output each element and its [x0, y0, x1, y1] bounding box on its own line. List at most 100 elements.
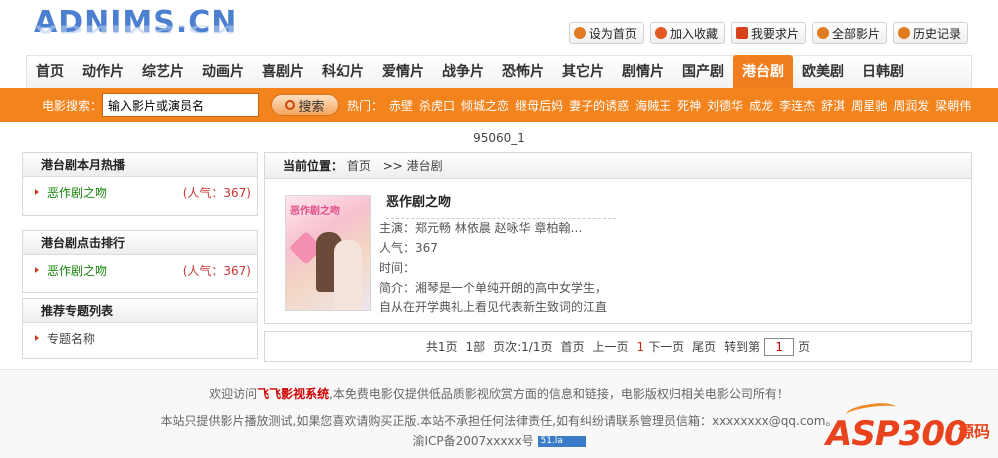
film-icon — [816, 27, 829, 39]
hot-link[interactable]: 妻子的诱惑 — [569, 97, 629, 114]
all-movies-button[interactable]: 全部影片 — [811, 22, 887, 44]
bullet-arrow-icon — [35, 189, 39, 195]
hot-link[interactable]: 继母后妈 — [515, 97, 563, 114]
list-item: 恶作剧之吻 (人气：367) — [23, 177, 257, 207]
poster-title-art: 恶作剧之吻 — [290, 206, 340, 217]
page-suffix: 页 — [798, 340, 811, 354]
watermark-logo: ASP300 源码 — [826, 400, 998, 458]
search-button[interactable]: 搜索 — [271, 94, 339, 116]
nav-item-war[interactable]: 战争片 — [433, 56, 493, 88]
hot-link[interactable]: 舒淇 — [821, 97, 845, 114]
nav-item-action[interactable]: 动作片 — [73, 56, 133, 88]
hot-link[interactable]: 周星驰 — [851, 97, 887, 114]
month-hot-title: 港台剧本月热播 — [23, 153, 257, 177]
nav-item-home[interactable]: 首页 — [27, 56, 73, 88]
nav-item-animation[interactable]: 动画片 — [193, 56, 253, 88]
next-page-link[interactable]: 下一页 — [648, 338, 684, 355]
breadcrumb-current[interactable]: 港台剧 — [407, 159, 443, 173]
prev-page-link[interactable]: 上一页 — [592, 338, 628, 355]
nav-item-horror[interactable]: 恐怖片 — [493, 56, 553, 88]
stats-badge[interactable]: 51.la — [537, 436, 586, 447]
top-links: 设为首页 加入收藏 我要求片 全部影片 历史记录 — [568, 22, 968, 44]
hot-link[interactable]: 李连杰 — [779, 97, 815, 114]
movie-poster[interactable]: 恶作剧之吻 — [285, 195, 371, 311]
poster-figure — [334, 240, 362, 310]
nav-item-western-series[interactable]: 欧美剧 — [793, 56, 853, 88]
breadcrumb: 当前位置： 首页 >> 港台剧 — [265, 153, 971, 179]
request-icon — [735, 27, 748, 39]
search-bar: 电影搜索： 搜索 热门： 赤壁 杀虎口 倾城之恋 继母后妈 妻子的诱惑 海贼王 … — [0, 88, 998, 122]
hot-link[interactable]: 倾城之恋 — [461, 97, 509, 114]
search-input[interactable] — [102, 93, 259, 117]
hot-link[interactable]: 赤壁 — [389, 97, 413, 114]
search-icon — [285, 100, 296, 110]
hot-link[interactable]: 死神 — [677, 97, 701, 114]
page-info: 页次:1/1页 — [493, 340, 553, 354]
location-label: 当前位置： — [283, 159, 344, 173]
movie-intro-continued: 自从在开学典礼上看见代表新生致词的江直 — [379, 300, 608, 314]
nav-item-domestic-series[interactable]: 国产剧 — [673, 56, 733, 88]
pagination: 共1页 1部 页次:1/1页 首页 上一页 1 下一页 尾页 转到第 页 — [264, 331, 972, 362]
watermark-text: ASP300 — [826, 414, 968, 454]
hot-link[interactable]: 刘德华 — [707, 97, 743, 114]
home-icon — [573, 27, 586, 39]
site-name-link[interactable]: 飞飞影视系统 — [257, 387, 329, 401]
click-rank-box: 港台剧点击排行 恶作剧之吻 (人气：367) — [22, 230, 258, 293]
nav-item-variety[interactable]: 综艺片 — [133, 56, 193, 88]
movie-title[interactable]: 恶作剧之吻 — [386, 191, 616, 219]
topic-link[interactable]: 专题名称 — [47, 330, 95, 347]
popularity-count: (人气：367) — [182, 263, 251, 278]
footer-welcome-pre: 欢迎访问 — [209, 387, 258, 401]
movie-link[interactable]: 恶作剧之吻 — [47, 184, 107, 201]
click-rank-title: 港台剧点击排行 — [23, 231, 257, 255]
hot-link[interactable]: 成龙 — [749, 97, 773, 114]
logo-reflection: ADNIMS.CN — [34, 22, 238, 36]
request-movie-button[interactable]: 我要求片 — [730, 22, 806, 44]
hot-link[interactable]: 梁朝伟 — [935, 97, 971, 114]
movie-link[interactable]: 恶作剧之吻 — [47, 262, 107, 279]
topics-box: 推荐专题列表 专题名称 — [22, 298, 258, 359]
add-favorite-button[interactable]: 加入收藏 — [649, 22, 725, 44]
last-page-link[interactable]: 尾页 — [692, 338, 716, 355]
goto-page-input[interactable] — [764, 337, 795, 356]
footer-welcome-post: ,本免费电影仅提供低品质影视欣赏方面的信息和链接，电影版权归相关电影公司所有！ — [329, 387, 789, 401]
hot-link[interactable]: 海贼王 — [635, 97, 671, 114]
bullet-arrow-icon — [35, 335, 39, 341]
page-id-text: 95060_1 — [473, 131, 525, 145]
total-pages: 共1页 — [425, 340, 458, 354]
nav-item-comedy[interactable]: 喜剧片 — [253, 56, 313, 88]
top-link-label: 加入收藏 — [669, 26, 718, 41]
search-label: 电影搜索： — [42, 98, 103, 113]
nav-item-other[interactable]: 其它片 — [553, 56, 613, 88]
top-link-label: 设为首页 — [588, 26, 637, 41]
first-page-link[interactable]: 首页 — [560, 338, 584, 355]
nav-item-romance[interactable]: 爱情片 — [373, 56, 433, 88]
set-homepage-button[interactable]: 设为首页 — [568, 22, 644, 44]
topics-title: 推荐专题列表 — [23, 299, 257, 323]
month-hot-box: 港台剧本月热播 恶作剧之吻 (人气：367) — [22, 152, 258, 216]
history-button[interactable]: 历史记录 — [892, 22, 968, 44]
total-items: 1部 — [465, 340, 486, 354]
breadcrumb-separator: >> — [382, 159, 403, 173]
hot-link[interactable]: 周润发 — [893, 97, 929, 114]
popularity-count: (人气：367) — [182, 185, 251, 200]
history-icon — [897, 27, 910, 39]
hot-link[interactable]: 杀虎口 — [419, 97, 455, 114]
top-link-label: 我要求片 — [750, 26, 799, 41]
movie-time: 时间： — [379, 261, 416, 275]
top-link-label: 全部影片 — [831, 26, 880, 41]
breadcrumb-home-link[interactable]: 首页 — [347, 159, 371, 173]
current-page: 1 — [636, 339, 645, 354]
main-content: 当前位置： 首页 >> 港台剧 恶作剧之吻 恶作剧之吻 主演：郑元畅 林依晨 赵… — [264, 152, 972, 324]
nav-item-hktw-series[interactable]: 港台剧 — [733, 55, 793, 88]
nav-item-jpkr-series[interactable]: 日韩剧 — [853, 56, 913, 88]
nav-item-scifi[interactable]: 科幻片 — [313, 56, 373, 88]
list-item: 恶作剧之吻 (人气：367) — [23, 255, 257, 285]
list-item: 专题名称 — [23, 323, 257, 353]
bullet-arrow-icon — [35, 267, 39, 273]
site-logo[interactable]: ADNIMS.CN ADNIMS.CN — [34, 8, 237, 46]
nav-item-drama[interactable]: 剧情片 — [613, 56, 673, 88]
icp-link[interactable]: 渝ICP备2007xxxxx号 — [412, 434, 533, 448]
footer-welcome: 欢迎访问飞飞影视系统,本免费电影仅提供低品质影视欣赏方面的信息和链接，电影版权归… — [0, 385, 998, 402]
search-button-label: 搜索 — [298, 99, 325, 115]
